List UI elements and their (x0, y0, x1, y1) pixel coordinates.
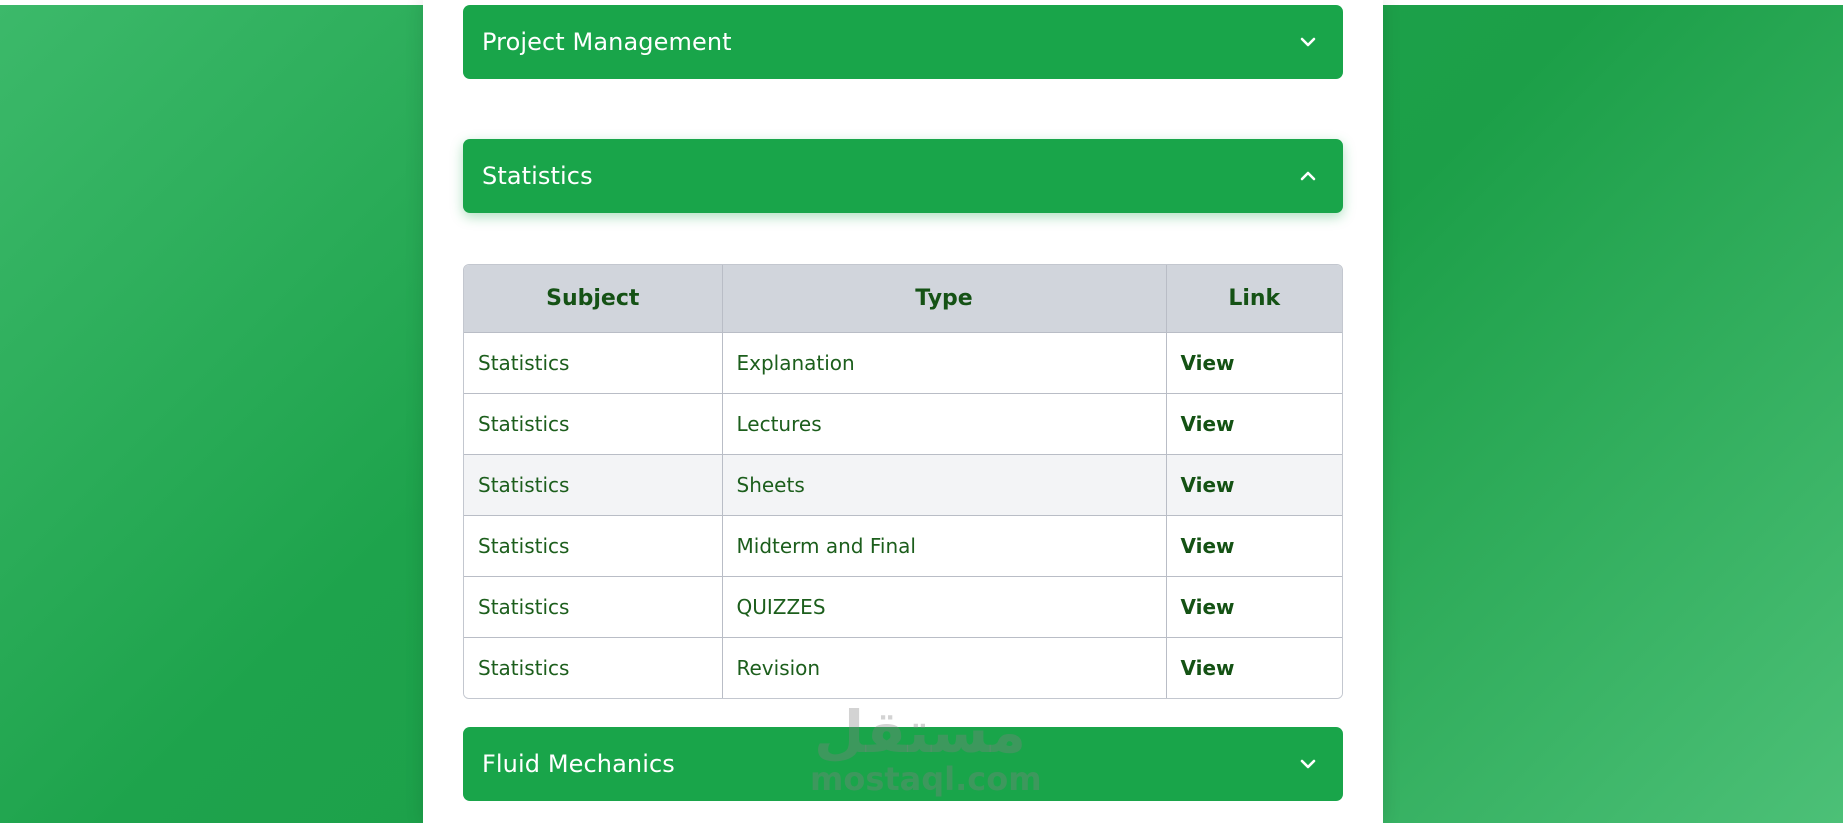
cell-type: Explanation (722, 332, 1167, 394)
cell-subject: Statistics (464, 637, 723, 698)
cell-link: View (1166, 637, 1342, 698)
table-row: Statistics Lectures View (464, 393, 1342, 455)
view-link[interactable]: View (1181, 595, 1235, 619)
cell-type: QUIZZES (722, 576, 1167, 638)
accordion-title: Project Management (482, 28, 732, 56)
content-panel: Project Management Statistics Subject Ty… (423, 0, 1383, 823)
cell-type: Lectures (722, 393, 1167, 455)
table-row: Statistics Sheets View (464, 454, 1342, 516)
view-link[interactable]: View (1181, 534, 1235, 558)
cell-link: View (1166, 393, 1342, 455)
table-row: Statistics Midterm and Final View (464, 515, 1342, 577)
cell-type: Sheets (722, 454, 1167, 516)
column-header-subject: Subject (464, 265, 723, 333)
cell-subject: Statistics (464, 332, 723, 394)
accordion-title: Fluid Mechanics (482, 750, 675, 778)
view-link[interactable]: View (1181, 412, 1235, 436)
table-header-row: Subject Type Link (464, 265, 1342, 333)
statistics-table: Subject Type Link Statistics Explanation… (463, 264, 1343, 699)
chevron-down-icon (1297, 753, 1319, 775)
cell-type: Midterm and Final (722, 515, 1167, 577)
view-link[interactable]: View (1181, 351, 1235, 375)
chevron-down-icon (1297, 31, 1319, 53)
column-header-link: Link (1166, 265, 1342, 333)
cell-link: View (1166, 515, 1342, 577)
table-row: Statistics QUIZZES View (464, 576, 1342, 638)
accordion-header-fluid-mechanics[interactable]: Fluid Mechanics (463, 727, 1343, 801)
cell-subject: Statistics (464, 576, 723, 638)
cell-link: View (1166, 332, 1342, 394)
accordion-header-project-management[interactable]: Project Management (463, 5, 1343, 79)
table-row: Statistics Revision View (464, 637, 1342, 698)
view-link[interactable]: View (1181, 473, 1235, 497)
cell-link: View (1166, 454, 1342, 516)
table-row: Statistics Explanation View (464, 332, 1342, 394)
accordion-header-statistics[interactable]: Statistics (463, 139, 1343, 213)
accordion-title: Statistics (482, 162, 593, 190)
chevron-up-icon (1297, 165, 1319, 187)
column-header-type: Type (722, 265, 1167, 333)
view-link[interactable]: View (1181, 656, 1235, 680)
cell-subject: Statistics (464, 454, 723, 516)
cell-subject: Statistics (464, 515, 723, 577)
cell-link: View (1166, 576, 1342, 638)
cell-subject: Statistics (464, 393, 723, 455)
cell-type: Revision (722, 637, 1167, 698)
